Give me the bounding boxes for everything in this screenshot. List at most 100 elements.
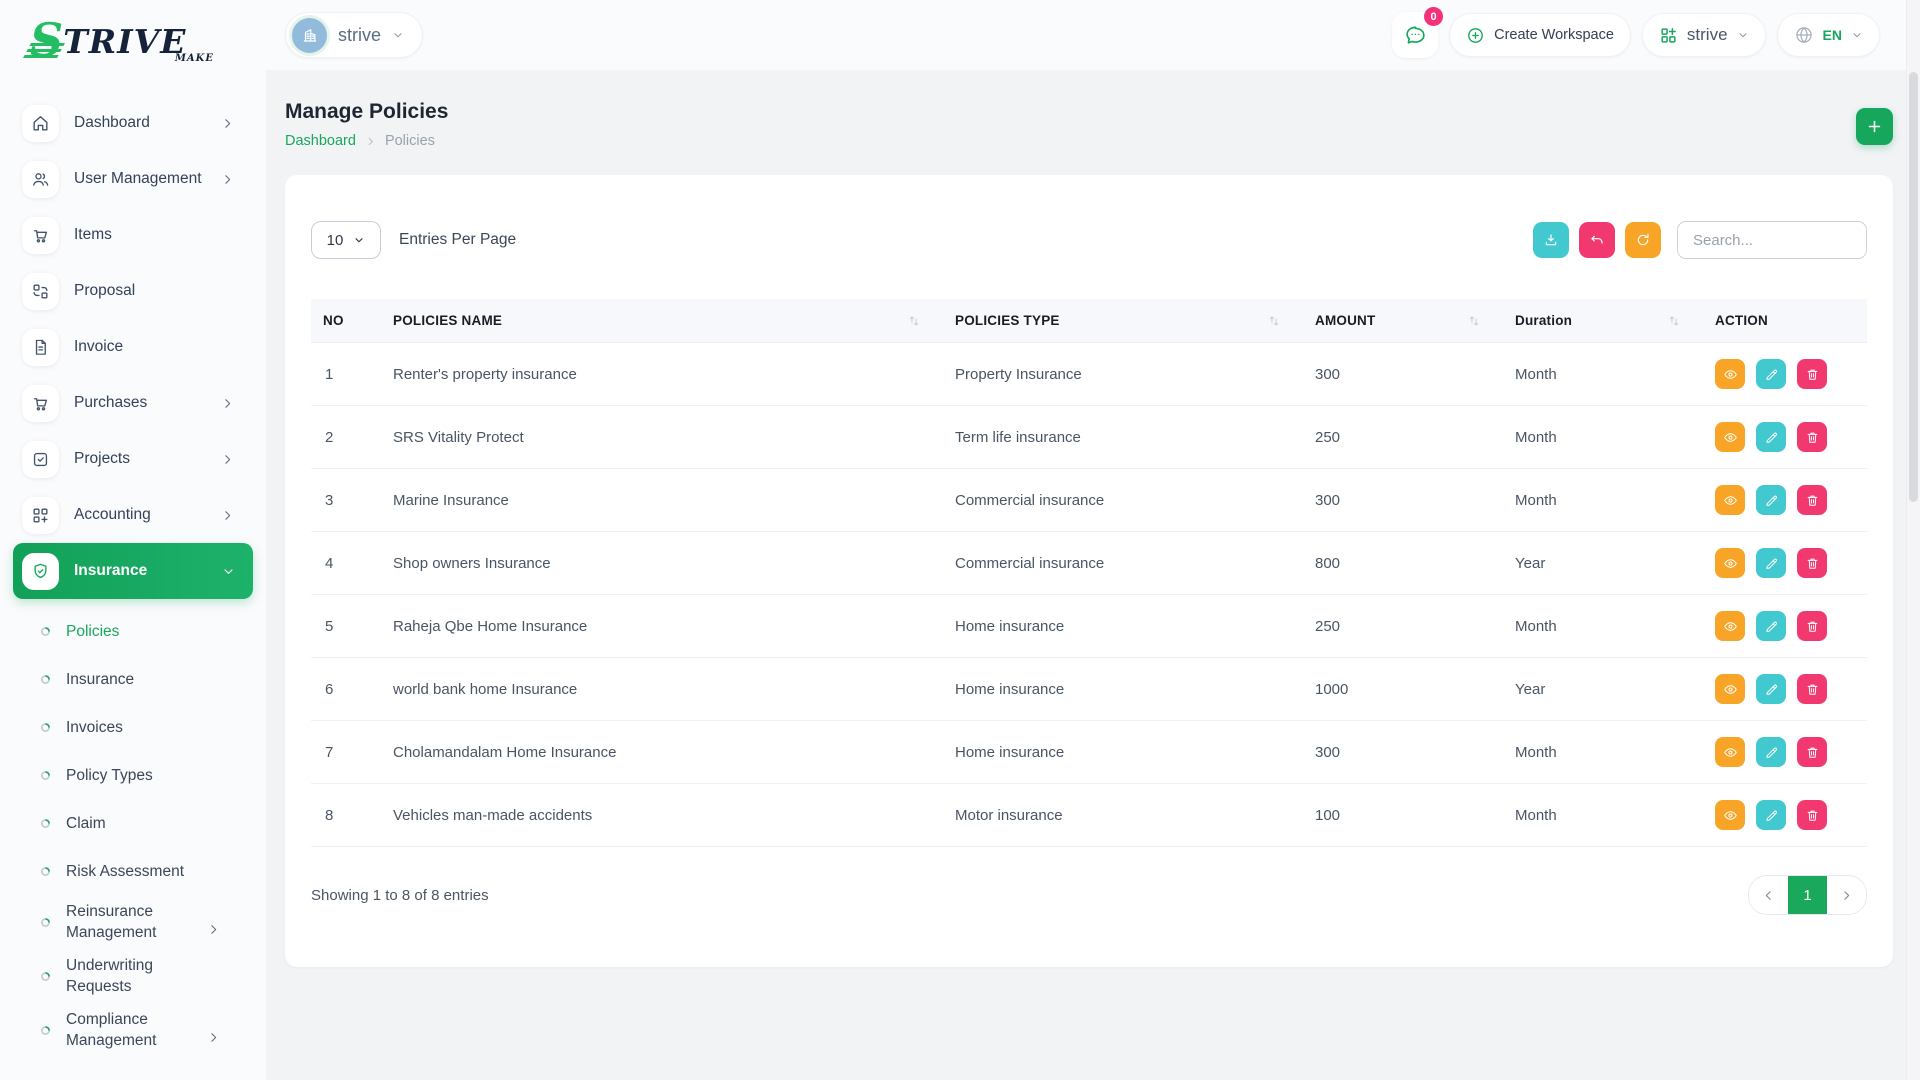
create-workspace-button[interactable]: Create Workspace bbox=[1449, 13, 1631, 57]
swap-boxes-icon bbox=[22, 273, 59, 310]
cell-no: 8 bbox=[311, 784, 369, 847]
cell-no: 6 bbox=[311, 658, 369, 721]
undo-arrow-icon bbox=[1589, 232, 1605, 248]
sidebar-item-proposal[interactable]: Proposal bbox=[0, 263, 266, 319]
search-input[interactable] bbox=[1677, 221, 1867, 259]
sidebar-item-insurance[interactable]: Insurance bbox=[13, 543, 253, 599]
table-row: 1 Renter's property insurance Property I… bbox=[311, 343, 1867, 406]
eye-icon bbox=[1723, 367, 1738, 382]
export-button[interactable] bbox=[1533, 222, 1569, 258]
cell-amount: 300 bbox=[1291, 343, 1491, 406]
sidebar-item-items[interactable]: Items bbox=[0, 207, 266, 263]
sidebar-subitem-label: Claim bbox=[66, 813, 106, 834]
edit-button[interactable] bbox=[1756, 485, 1786, 515]
sidebar-item-projects[interactable]: Projects bbox=[0, 431, 266, 487]
pagination-next-button[interactable] bbox=[1827, 876, 1866, 914]
sidebar-item-user-management[interactable]: User Management bbox=[0, 151, 266, 207]
sidebar-subitem-policy-types[interactable]: Policy Types bbox=[0, 751, 266, 799]
chevron-right-icon bbox=[207, 1031, 220, 1044]
delete-button[interactable] bbox=[1797, 422, 1827, 452]
sidebar-item-accounting[interactable]: Accounting bbox=[0, 487, 266, 543]
sidebar-subitem-underwriting-requests[interactable]: Underwriting Requests bbox=[0, 949, 266, 1003]
globe-icon bbox=[1794, 25, 1814, 45]
refresh-button[interactable] bbox=[1625, 222, 1661, 258]
sidebar-item-dashboard[interactable]: Dashboard bbox=[0, 95, 266, 151]
logo-sub-text: MAKE bbox=[175, 53, 214, 64]
workspace-selector[interactable]: strive bbox=[1642, 13, 1766, 57]
view-button[interactable] bbox=[1715, 359, 1745, 389]
chevron-right-icon bbox=[207, 923, 220, 936]
cell-duration: Year bbox=[1491, 532, 1691, 595]
entries-per-page-select[interactable]: 10 bbox=[311, 221, 381, 259]
pencil-icon bbox=[1764, 619, 1779, 634]
edit-button[interactable] bbox=[1756, 359, 1786, 389]
edit-button[interactable] bbox=[1756, 611, 1786, 641]
scrollbar[interactable] bbox=[1906, 0, 1920, 1080]
bullet-donut-icon bbox=[40, 674, 51, 685]
view-button[interactable] bbox=[1715, 548, 1745, 578]
cell-policy-type: Home insurance bbox=[931, 595, 1291, 658]
view-button[interactable] bbox=[1715, 485, 1745, 515]
delete-button[interactable] bbox=[1797, 485, 1827, 515]
col-header-amount[interactable]: AMOUNT bbox=[1291, 299, 1491, 343]
chevron-down-icon bbox=[1737, 29, 1749, 41]
add-policy-button[interactable] bbox=[1856, 108, 1893, 145]
delete-button[interactable] bbox=[1797, 737, 1827, 767]
col-header-policies-name[interactable]: POLICIES NAME bbox=[369, 299, 931, 343]
workspace-pill-label: strive bbox=[338, 25, 381, 46]
language-selector[interactable]: EN bbox=[1777, 13, 1880, 57]
sidebar-subitem-label: Compliance Management bbox=[66, 1009, 220, 1051]
sidebar-item-purchases[interactable]: Purchases bbox=[0, 375, 266, 431]
view-button[interactable] bbox=[1715, 800, 1745, 830]
home-icon bbox=[22, 105, 59, 142]
pagination-page-1[interactable]: 1 bbox=[1788, 876, 1827, 914]
chat-button[interactable]: 0 bbox=[1392, 12, 1438, 58]
cell-policy-name: Renter's property insurance bbox=[369, 343, 931, 406]
delete-button[interactable] bbox=[1797, 674, 1827, 704]
scrollbar-thumb[interactable] bbox=[1909, 72, 1918, 502]
col-header-policies-type[interactable]: POLICIES TYPE bbox=[931, 299, 1291, 343]
eye-icon bbox=[1723, 682, 1738, 697]
bullet-donut-icon bbox=[40, 722, 51, 733]
col-header-duration[interactable]: Duration bbox=[1491, 299, 1691, 343]
cell-no: 7 bbox=[311, 721, 369, 784]
delete-button[interactable] bbox=[1797, 548, 1827, 578]
eye-icon bbox=[1723, 619, 1738, 634]
sidebar-subitem-insurance[interactable]: Insurance bbox=[0, 655, 266, 703]
edit-button[interactable] bbox=[1756, 800, 1786, 830]
app-logo[interactable]: S TRIVE MAKE bbox=[30, 8, 236, 62]
workspace-pill[interactable]: strive bbox=[285, 12, 423, 58]
sidebar-subitem-risk-assessment[interactable]: Risk Assessment bbox=[0, 847, 266, 895]
table-row: 2 SRS Vitality Protect Term life insuran… bbox=[311, 406, 1867, 469]
undo-button[interactable] bbox=[1579, 222, 1615, 258]
sidebar-subitem-invoices[interactable]: Invoices bbox=[0, 703, 266, 751]
edit-button[interactable] bbox=[1756, 674, 1786, 704]
delete-button[interactable] bbox=[1797, 800, 1827, 830]
page-title: Manage Policies bbox=[285, 100, 448, 124]
breadcrumb-dashboard-link[interactable]: Dashboard bbox=[285, 133, 356, 149]
pagination-prev-button[interactable] bbox=[1749, 876, 1788, 914]
sidebar-item-label: Dashboard bbox=[74, 114, 150, 132]
sidebar-item-label: Items bbox=[74, 226, 112, 244]
edit-button[interactable] bbox=[1756, 422, 1786, 452]
sidebar-subitem-reinsurance-management[interactable]: Reinsurance Management bbox=[0, 895, 266, 949]
table-controls: 10 Entries Per Page bbox=[311, 221, 1867, 259]
sidebar-subitem-claim[interactable]: Claim bbox=[0, 799, 266, 847]
delete-button[interactable] bbox=[1797, 359, 1827, 389]
edit-button[interactable] bbox=[1756, 737, 1786, 767]
sidebar-subitem-policies[interactable]: Policies bbox=[0, 607, 266, 655]
sidebar-subitem-compliance-management[interactable]: Compliance Management bbox=[0, 1003, 266, 1057]
view-button[interactable] bbox=[1715, 737, 1745, 767]
view-button[interactable] bbox=[1715, 611, 1745, 641]
view-button[interactable] bbox=[1715, 674, 1745, 704]
edit-button[interactable] bbox=[1756, 548, 1786, 578]
cell-policy-name: SRS Vitality Protect bbox=[369, 406, 931, 469]
cell-amount: 800 bbox=[1291, 532, 1491, 595]
sidebar-item-invoice[interactable]: Invoice bbox=[0, 319, 266, 375]
pencil-icon bbox=[1764, 367, 1779, 382]
bullet-donut-icon bbox=[40, 866, 51, 877]
cell-policy-type: Commercial insurance bbox=[931, 469, 1291, 532]
view-button[interactable] bbox=[1715, 422, 1745, 452]
eye-icon bbox=[1723, 808, 1738, 823]
delete-button[interactable] bbox=[1797, 611, 1827, 641]
